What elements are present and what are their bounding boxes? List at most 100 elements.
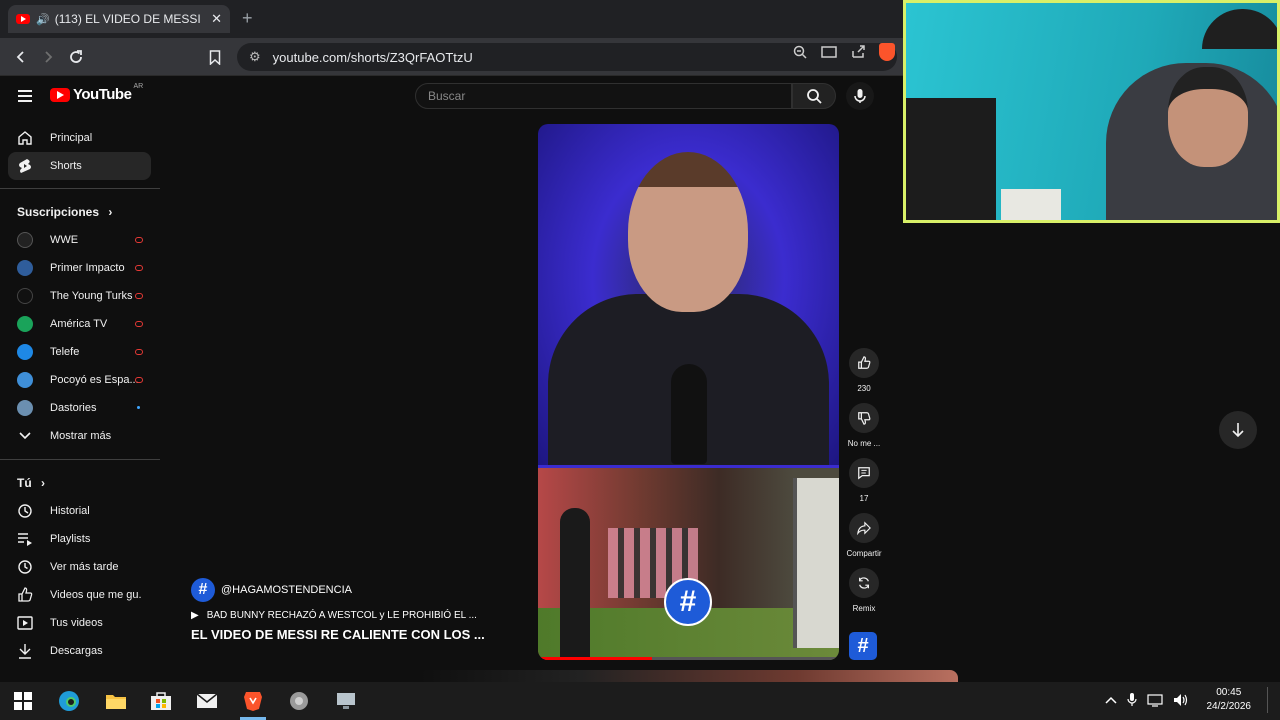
network-icon[interactable]	[1146, 693, 1163, 707]
brave-shields-icon[interactable]	[879, 43, 895, 61]
app-icon-monitor[interactable]	[335, 690, 357, 712]
chevron-down-icon	[8, 432, 42, 440]
comments-count: 17	[859, 494, 869, 503]
reload-icon[interactable]	[63, 44, 89, 70]
sidebar-item-telefe[interactable]: Telefe	[8, 338, 151, 366]
clock-date: 24/2/2026	[1206, 701, 1252, 712]
zoom-icon[interactable]	[793, 45, 807, 59]
back-icon[interactable]	[8, 44, 34, 70]
sidebar-item-dastories[interactable]: Dastories	[8, 394, 151, 422]
sidebar-item-the-young-turks[interactable]: The Young Turks	[8, 282, 151, 310]
live-indicator-icon	[135, 237, 143, 243]
search-placeholder: Buscar	[428, 89, 466, 103]
dislike-label: No me ...	[847, 439, 881, 448]
close-tab-icon[interactable]: ✕	[211, 11, 222, 27]
browser-tab[interactable]: 🔊 (113) EL VIDEO DE MESSI RE C ✕	[8, 5, 230, 33]
youtube-logo[interactable]: YouTube AR	[50, 83, 144, 103]
sidebar-item-america-tv[interactable]: América TV	[8, 310, 151, 338]
forward-icon[interactable]	[35, 44, 61, 70]
file-explorer-icon[interactable]	[105, 690, 127, 712]
sidebar-item-label: Playlists	[50, 533, 91, 545]
video-microphone	[671, 364, 707, 464]
brave-browser-icon[interactable]	[242, 690, 264, 712]
sidebar-item-liked-videos[interactable]: Videos que me gu...	[8, 581, 151, 609]
search-button[interactable]	[792, 83, 836, 109]
sidebar-item-downloads[interactable]: Descargas	[8, 637, 151, 665]
youtube-favicon-icon	[16, 14, 30, 24]
country-code: AR	[133, 83, 144, 90]
sidebar-item-label: América TV	[50, 318, 108, 330]
history-icon	[8, 503, 42, 519]
address-bar-actions	[793, 43, 895, 61]
menu-icon[interactable]	[18, 90, 32, 105]
sidebar-item-label: Ver más tarde	[50, 561, 119, 573]
browser-navbar: ⚙ youtube.com/shorts/Z3QrFAOTtzU	[0, 38, 905, 76]
next-short-preview	[420, 670, 958, 682]
sidebar-item-principal[interactable]: Principal	[8, 124, 151, 152]
show-more-button[interactable]: Mostrar más	[8, 422, 151, 450]
microphone-icon[interactable]	[1126, 693, 1137, 707]
next-short-button[interactable]	[1219, 411, 1257, 449]
video-speaker-head	[628, 152, 748, 312]
short-video-player[interactable]: #	[538, 124, 839, 660]
like-count: 230	[857, 384, 871, 393]
dislike-button[interactable]: No me ...	[848, 403, 880, 448]
channel-avatar	[8, 372, 42, 388]
mail-icon[interactable]	[196, 690, 218, 712]
sidebar-item-watch-later[interactable]: Ver más tarde	[8, 553, 151, 581]
channel-avatar	[8, 400, 42, 416]
share-icon[interactable]	[851, 45, 865, 59]
liked-videos-icon	[8, 587, 42, 603]
cast-icon[interactable]	[821, 46, 837, 58]
video-man	[560, 508, 590, 658]
sidebar-item-pocoyo[interactable]: Pocoyó es Espa...	[8, 366, 151, 394]
short-title[interactable]: EL VIDEO DE MESSI RE CALIENTE CON LOS ..…	[191, 627, 491, 642]
sidebar-item-your-videos[interactable]: Tus videos	[8, 609, 151, 637]
site-settings-icon[interactable]: ⚙	[249, 49, 261, 65]
clock[interactable]: 00:45 24/2/2026	[1207, 686, 1252, 714]
channel-avatar[interactable]: #	[191, 578, 215, 602]
video-progress-bar[interactable]	[538, 657, 839, 660]
webcam-person-head	[1168, 67, 1248, 167]
chevron-up-icon[interactable]	[1104, 696, 1117, 704]
comments-button[interactable]: 17	[848, 458, 880, 503]
voice-search-button[interactable]	[846, 82, 874, 110]
speaker-icon[interactable]: 🔊	[36, 13, 50, 26]
store-icon[interactable]	[150, 690, 172, 712]
subscriptions-heading[interactable]: Suscripciones ›	[17, 205, 112, 219]
youtube-play-icon	[50, 87, 70, 102]
video-bottom-frame: #	[538, 468, 839, 660]
bookmark-icon[interactable]	[202, 44, 228, 70]
live-indicator-icon	[135, 377, 143, 383]
show-desktop-button[interactable]	[1267, 687, 1268, 713]
volume-icon[interactable]	[1173, 693, 1189, 707]
youtube-header: YouTube AR Buscar	[0, 76, 905, 116]
you-heading[interactable]: Tú ›	[17, 476, 45, 490]
app-icon-round[interactable]	[288, 690, 310, 712]
sidebar-item-shorts[interactable]: Shorts	[8, 152, 151, 180]
channel-name[interactable]: @HAGAMOSTENDENCIA	[221, 584, 352, 596]
sidebar-item-history[interactable]: Historial	[8, 497, 151, 525]
sound-source-thumbnail[interactable]: #	[849, 632, 877, 660]
watch-later-icon	[8, 559, 42, 575]
share-button[interactable]: Compartir	[846, 513, 882, 558]
arrow-down-icon	[1232, 423, 1244, 438]
sidebar-item-wwe[interactable]: WWE	[8, 226, 151, 254]
sidebar-item-label: The Young Turks	[50, 290, 133, 302]
you-heading-label: Tú	[17, 476, 32, 490]
music-row[interactable]: ▶ BAD BUNNY RECHAZÓ A WESTCOL y LE PROHI…	[191, 610, 491, 621]
short-metadata: # @HAGAMOSTENDENCIA ▶ BAD BUNNY RECHAZÓ …	[191, 578, 491, 642]
remix-icon	[859, 577, 869, 589]
sidebar-item-playlists[interactable]: Playlists	[8, 525, 151, 553]
channel-avatar	[8, 316, 42, 332]
channel-row[interactable]: # @HAGAMOSTENDENCIA	[191, 578, 491, 602]
tab-title: (113) EL VIDEO DE MESSI RE C	[54, 12, 205, 26]
search-input[interactable]: Buscar	[415, 83, 792, 109]
new-tab-icon[interactable]: +	[242, 8, 253, 29]
edge-icon[interactable]	[58, 690, 80, 712]
sidebar-item-primer-impacto[interactable]: Primer Impacto	[8, 254, 151, 282]
like-button[interactable]: 230	[848, 348, 880, 393]
windows-start-icon[interactable]	[12, 690, 34, 712]
remix-button[interactable]: Remix	[848, 568, 880, 613]
sidebar-item-label: Tus videos	[50, 617, 103, 629]
